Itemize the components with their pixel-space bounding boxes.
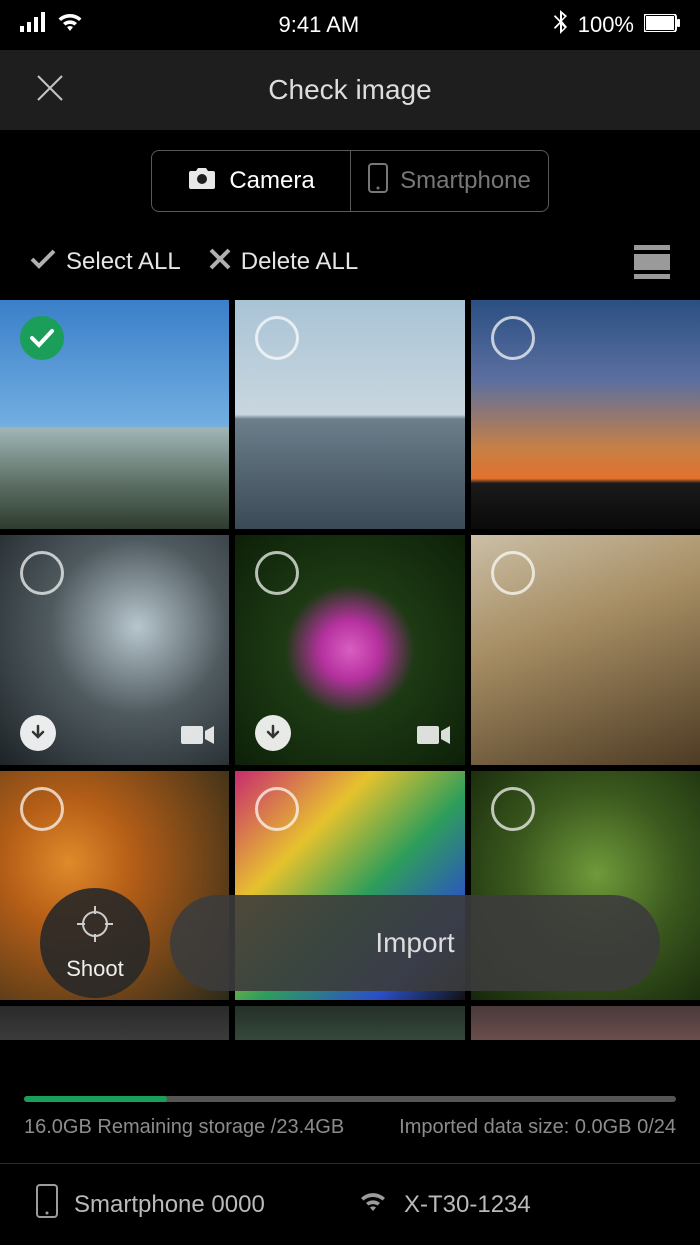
close-icon xyxy=(35,73,65,108)
selection-indicator[interactable] xyxy=(255,787,299,831)
download-badge xyxy=(20,715,56,751)
select-all-button[interactable]: Select ALL xyxy=(30,248,181,276)
video-badge xyxy=(181,724,215,751)
video-icon xyxy=(417,724,451,746)
delete-all-button[interactable]: Delete ALL xyxy=(209,248,358,277)
thumbnail[interactable] xyxy=(0,1006,229,1040)
import-label: Import xyxy=(375,927,454,959)
wifi-icon xyxy=(358,1190,388,1219)
selection-indicator[interactable] xyxy=(491,551,535,595)
selection-indicator[interactable] xyxy=(20,316,64,360)
imported-size-text: Imported data size: 0.0GB 0/24 xyxy=(399,1116,676,1139)
status-bar: 9:41 AM 100% xyxy=(0,0,700,50)
check-icon xyxy=(29,328,55,348)
smartphone-icon xyxy=(36,1184,58,1225)
thumbnail-image xyxy=(0,1006,229,1040)
thumbnail-image xyxy=(471,1006,700,1040)
progress-track xyxy=(24,1096,676,1102)
status-time: 9:41 AM xyxy=(279,12,360,38)
smartphone-icon xyxy=(368,163,388,200)
tab-smartphone[interactable]: Smartphone xyxy=(350,151,548,211)
import-button[interactable]: Import xyxy=(170,895,660,991)
page-title: Check image xyxy=(0,74,700,106)
thumbnail[interactable] xyxy=(235,535,464,764)
select-all-label: Select ALL xyxy=(66,248,181,276)
video-badge xyxy=(417,724,451,751)
bottom-section: 16.0GB Remaining storage /23.4GB Importe… xyxy=(0,1078,700,1245)
tab-camera[interactable]: Camera xyxy=(152,151,350,211)
status-left xyxy=(20,12,84,38)
remaining-storage-text: 16.0GB Remaining storage /23.4GB xyxy=(24,1116,344,1139)
thumbnail[interactable] xyxy=(471,1006,700,1040)
download-badge xyxy=(255,715,291,751)
storage-info: 16.0GB Remaining storage /23.4GB Importe… xyxy=(0,1110,700,1163)
selection-indicator[interactable] xyxy=(491,316,535,360)
connected-camera: X-T30-1234 xyxy=(358,1190,664,1219)
delete-all-label: Delete ALL xyxy=(241,248,358,276)
camera-icon xyxy=(187,166,217,197)
selection-indicator[interactable] xyxy=(491,787,535,831)
thumbnail[interactable] xyxy=(235,1006,464,1040)
x-icon xyxy=(209,248,231,277)
thumbnail-image xyxy=(235,1006,464,1040)
tab-group: Camera Smartphone xyxy=(151,150,549,212)
download-icon xyxy=(264,724,282,742)
thumbnail[interactable] xyxy=(471,300,700,529)
shoot-label: Shoot xyxy=(66,956,124,982)
selection-indicator[interactable] xyxy=(255,316,299,360)
video-icon xyxy=(181,724,215,746)
thumbnail[interactable] xyxy=(235,300,464,529)
source-tabs: Camera Smartphone xyxy=(0,130,700,232)
battery-text: 100% xyxy=(578,12,634,38)
storage-progress xyxy=(0,1078,700,1110)
floating-actions: Shoot Import xyxy=(0,888,700,998)
download-icon xyxy=(29,724,47,742)
battery-icon xyxy=(644,12,680,38)
shoot-button[interactable]: Shoot xyxy=(40,888,150,998)
view-toggle-button[interactable] xyxy=(634,244,670,280)
camera-name: X-T30-1234 xyxy=(404,1191,531,1219)
wifi-icon xyxy=(56,12,84,38)
check-icon xyxy=(30,248,56,276)
thumbnail[interactable] xyxy=(0,300,229,529)
status-right: 100% xyxy=(554,10,680,40)
actions-row: Select ALL Delete ALL xyxy=(0,232,700,300)
bluetooth-icon xyxy=(554,10,568,40)
close-button[interactable] xyxy=(30,70,70,110)
signal-icon xyxy=(20,12,46,38)
connected-phone: Smartphone 0000 xyxy=(36,1184,342,1225)
crosshair-icon xyxy=(75,904,115,950)
device-row: Smartphone 0000 X-T30-1234 xyxy=(0,1163,700,1245)
thumbnail[interactable] xyxy=(471,535,700,764)
selection-indicator[interactable] xyxy=(20,551,64,595)
selection-indicator[interactable] xyxy=(20,787,64,831)
tab-smartphone-label: Smartphone xyxy=(400,167,531,195)
progress-fill xyxy=(24,1096,167,1102)
thumbnail[interactable] xyxy=(0,535,229,764)
tab-camera-label: Camera xyxy=(229,167,314,195)
header: Check image xyxy=(0,50,700,130)
phone-name: Smartphone 0000 xyxy=(74,1191,265,1219)
